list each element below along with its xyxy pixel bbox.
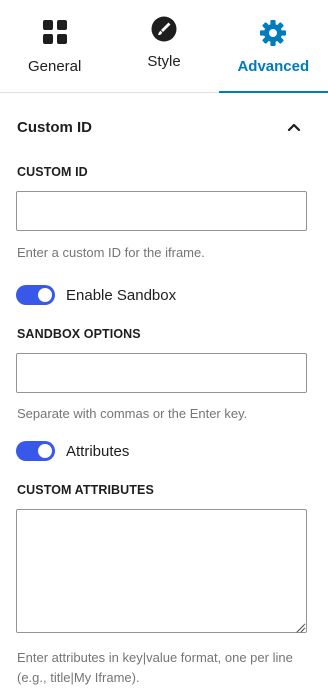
tab-advanced[interactable]: Advanced — [218, 0, 328, 93]
custom-attributes-textarea[interactable] — [16, 509, 307, 633]
resize-handle-icon[interactable] — [294, 620, 305, 633]
toggle-knob — [38, 444, 52, 458]
custom-id-input[interactable] — [16, 191, 307, 231]
sandbox-options-input[interactable] — [16, 353, 307, 393]
tab-general[interactable]: General — [0, 0, 109, 92]
custom-attributes-label: CUSTOM ATTRIBUTES — [17, 483, 154, 497]
inspector-tabs: General Style Advanced — [0, 0, 328, 93]
toggle-knob — [38, 288, 52, 302]
sandbox-options-help: Separate with commas or the Enter key. — [17, 406, 248, 421]
tab-advanced-label: Advanced — [237, 58, 310, 75]
attributes-label: Attributes — [66, 442, 130, 460]
tab-general-label: General — [27, 58, 82, 75]
tab-style[interactable]: Style — [109, 0, 218, 92]
panel-title: Custom ID — [17, 119, 92, 136]
attributes-toggle[interactable] — [16, 441, 55, 461]
enable-sandbox-label: Enable Sandbox — [66, 286, 177, 304]
tab-style-label: Style — [147, 53, 181, 70]
grid-icon — [42, 20, 67, 49]
sandbox-options-label: SANDBOX OPTIONS — [17, 327, 141, 341]
gear-icon — [259, 19, 287, 52]
custom-attributes-help: Enter attributes in key|value format, on… — [17, 650, 293, 685]
custom-id-label: CUSTOM ID — [17, 165, 88, 179]
enable-sandbox-toggle[interactable] — [16, 285, 55, 305]
chevron-up-icon — [286, 119, 302, 135]
custom-id-help: Enter a custom ID for the iframe. — [17, 245, 205, 260]
enable-sandbox-toggle-row[interactable]: Enable Sandbox — [16, 283, 176, 307]
brush-icon — [151, 16, 177, 47]
custom-id-panel-toggle[interactable]: Custom ID — [0, 93, 328, 159]
attributes-toggle-row[interactable]: Attributes — [16, 439, 129, 463]
